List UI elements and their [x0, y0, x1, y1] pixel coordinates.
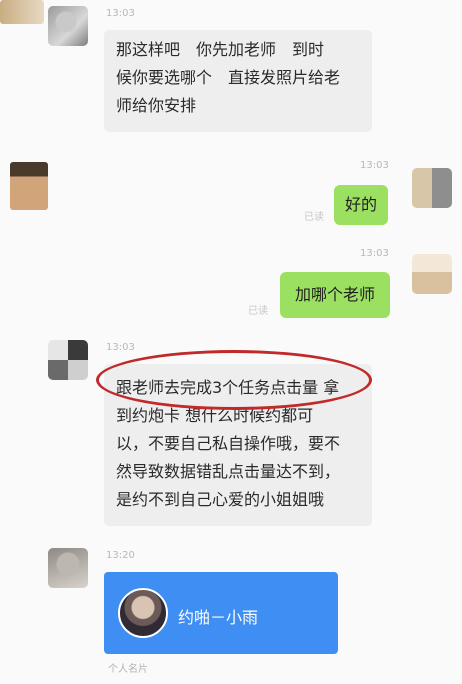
- red-highlight-circle: [96, 350, 372, 410]
- contact-card-label: 个人名片: [108, 664, 148, 675]
- sender-avatar[interactable]: [48, 340, 88, 380]
- message-text-line: 师给你安排: [116, 96, 197, 115]
- read-receipt: 已读: [248, 306, 268, 317]
- contact-card-avatar: [118, 588, 168, 638]
- sender-avatar[interactable]: [48, 6, 88, 46]
- message-text-line: 那这样吧 你先加老师 到时: [116, 40, 325, 59]
- contact-card-name: 约啪－小雨: [178, 608, 259, 627]
- left-edge-photo-top: [0, 0, 44, 24]
- message-text-line: 候你要选哪个 直接发照片给老: [116, 68, 341, 87]
- message-timestamp: 13:03: [106, 8, 135, 19]
- sender-avatar[interactable]: [48, 548, 88, 588]
- my-avatar[interactable]: [412, 254, 452, 294]
- incoming-message-bubble[interactable]: 那这样吧 你先加老师 到时 候你要选哪个 直接发照片给老 师给你安排: [104, 30, 372, 132]
- message-text-line: 是约不到自己心爱的小姐姐哦: [116, 490, 325, 509]
- message-timestamp: 13:03: [106, 342, 135, 353]
- message-text-line: 然导致数据错乱点击量达不到，: [116, 462, 341, 481]
- message-timestamp: 13:03: [360, 160, 389, 171]
- message-timestamp: 13:20: [106, 550, 135, 561]
- contact-card[interactable]: 约啪－小雨: [104, 572, 338, 654]
- message-text-line: 以，不要自己私自操作哦，要不: [116, 434, 341, 453]
- message-text: 加哪个老师: [294, 285, 375, 304]
- left-edge-photo-mid: [10, 162, 48, 210]
- read-receipt: 已读: [304, 212, 324, 223]
- my-avatar[interactable]: [412, 168, 452, 208]
- message-timestamp: 13:03: [360, 248, 389, 259]
- outgoing-message-bubble[interactable]: 好的: [334, 185, 388, 225]
- outgoing-message-bubble[interactable]: 加哪个老师: [280, 272, 390, 318]
- message-text: 好的: [344, 195, 377, 214]
